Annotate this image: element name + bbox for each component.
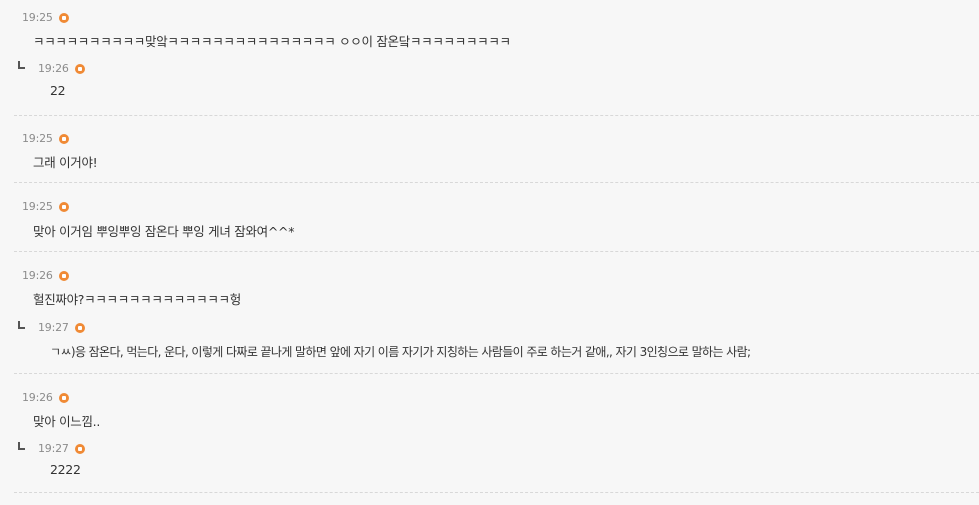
comment-divider bbox=[14, 251, 979, 252]
n-badge-icon bbox=[58, 134, 69, 144]
reply-arrow-icon bbox=[18, 61, 25, 69]
n-badge-icon bbox=[74, 323, 85, 333]
comment-divider bbox=[14, 182, 979, 183]
comment-meta: 19:25 bbox=[22, 131, 69, 145]
reply-time: 19:27 bbox=[38, 320, 69, 334]
reply-text: ㄱㅆ)응 잠온다, 먹는다, 운다, 이렇게 다짜로 끝나게 말하면 앞에 자기… bbox=[50, 345, 751, 359]
comment-meta: 19:25 bbox=[22, 199, 69, 213]
comment-divider bbox=[14, 492, 979, 493]
comment-time: 19:25 bbox=[22, 199, 53, 213]
comment-time: 19:26 bbox=[22, 390, 53, 404]
reply-meta: 19:27 bbox=[38, 320, 85, 334]
comment-meta: 19:26 bbox=[22, 268, 69, 282]
comment-time: 19:26 bbox=[22, 268, 53, 282]
comment-text: ㅋㅋㅋㅋㅋㅋㅋㅋㅋㅋ맞앜ㅋㅋㅋㅋㅋㅋㅋㅋㅋㅋㅋㅋㅋㅋㅋ ㅇㅇ이 잠온닼ㅋㅋㅋㅋㅋ… bbox=[33, 34, 511, 49]
n-badge-icon bbox=[74, 444, 85, 454]
reply-meta: 19:26 bbox=[38, 61, 85, 75]
reply-text: 2222 bbox=[50, 462, 81, 477]
comment-text: 맞아 이느낌.. bbox=[33, 414, 101, 429]
n-badge-icon bbox=[58, 202, 69, 212]
comment-text: 맞아 이거임 뿌잉뿌잉 잠온다 뿌잉 게녀 잠와여^^* bbox=[33, 224, 295, 239]
n-badge-icon bbox=[58, 13, 69, 23]
comment-divider bbox=[14, 373, 979, 374]
comment-divider bbox=[14, 115, 979, 116]
n-badge-icon bbox=[58, 271, 69, 281]
n-badge-icon bbox=[74, 64, 85, 74]
reply-text: 22 bbox=[50, 83, 66, 98]
comment-text: 헐진짜야?ㅋㅋㅋㅋㅋㅋㅋㅋㅋㅋㅋㅋㅋ헝 bbox=[33, 292, 241, 307]
comment-meta: 19:25 bbox=[22, 10, 69, 24]
n-badge-icon bbox=[58, 393, 69, 403]
comment-time: 19:25 bbox=[22, 10, 53, 24]
reply-arrow-icon bbox=[18, 442, 25, 450]
reply-arrow-icon bbox=[18, 321, 25, 329]
reply-time: 19:26 bbox=[38, 61, 69, 75]
comment-meta: 19:26 bbox=[22, 390, 69, 404]
comment-text: 그래 이거야! bbox=[33, 155, 98, 170]
comment-time: 19:25 bbox=[22, 131, 53, 145]
reply-meta: 19:27 bbox=[38, 441, 85, 455]
reply-time: 19:27 bbox=[38, 441, 69, 455]
comment-list: 19:25 ㅋㅋㅋㅋㅋㅋㅋㅋㅋㅋ맞앜ㅋㅋㅋㅋㅋㅋㅋㅋㅋㅋㅋㅋㅋㅋㅋ ㅇㅇ이 잠온… bbox=[0, 0, 979, 505]
